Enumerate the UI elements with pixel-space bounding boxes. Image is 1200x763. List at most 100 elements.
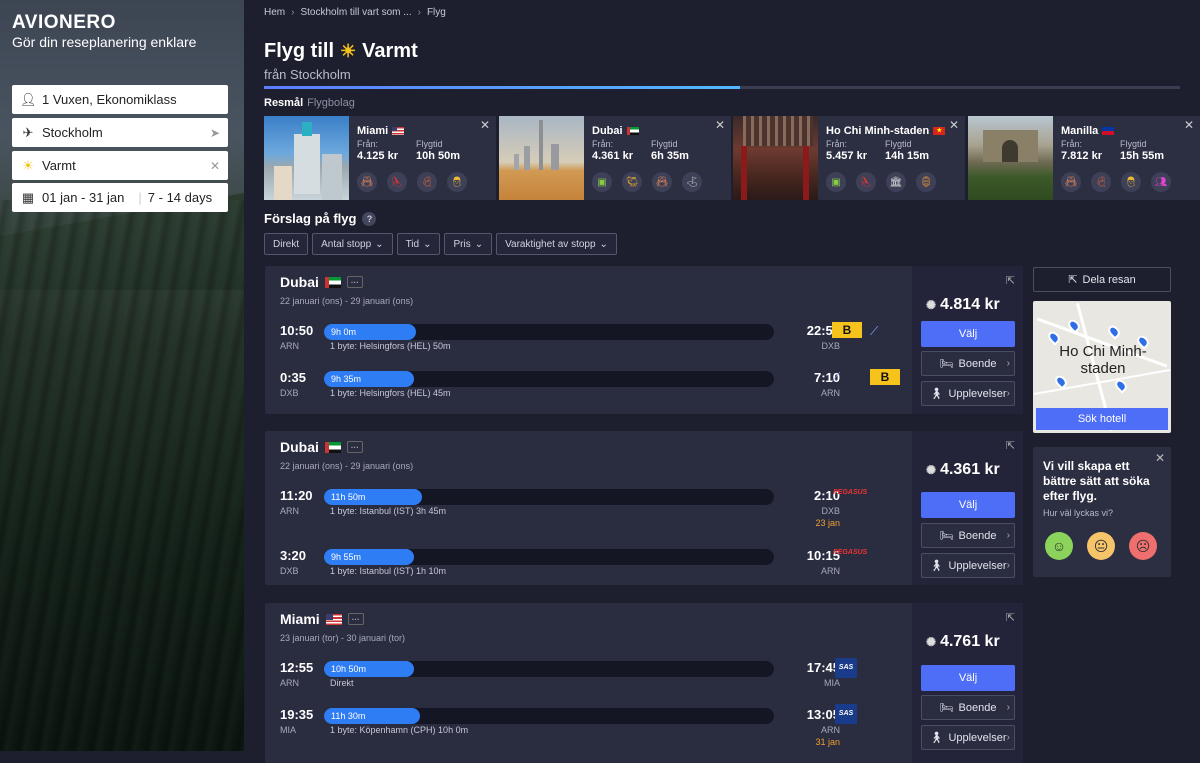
stop-info: 1 byte: Köpenhamn (CPH) 10h 0m xyxy=(330,725,469,735)
map-pin-icon[interactable] xyxy=(1105,323,1123,340)
chevron-down-icon: ⌄ xyxy=(599,238,608,250)
more-options-button[interactable]: ··· xyxy=(346,441,363,453)
duration-bar: 11h 50m xyxy=(324,489,422,505)
hotel-map[interactable]: Ho Chi Minh-staden Sök hotell xyxy=(1033,301,1171,433)
from-price: 5.457 kr xyxy=(826,150,867,162)
filter-price[interactable]: Pris ⌄ xyxy=(444,233,493,255)
duration-bar: 9h 0m xyxy=(324,324,416,340)
from-price: 7.812 kr xyxy=(1061,150,1102,162)
arrival-airport: MIA xyxy=(823,678,840,688)
arrival-airport: ARN xyxy=(820,566,840,576)
flight-time-label: Flygtid xyxy=(1120,139,1147,149)
accommodation-button[interactable]: 🛏︎ Boende › xyxy=(921,695,1015,720)
beach-icon: ▣ xyxy=(826,172,846,192)
close-icon[interactable]: ✕ xyxy=(715,118,725,132)
duration-track: 9h 0m xyxy=(324,324,774,340)
card-dates: 22 januari (ons) - 29 januari (ons) xyxy=(280,296,414,306)
departure-time: 10:50 xyxy=(280,323,314,338)
select-button[interactable]: Välj xyxy=(921,665,1015,691)
external-link-icon[interactable]: ⇱ xyxy=(1006,439,1015,452)
destination-image xyxy=(968,116,1053,200)
share-icon: ⇱ xyxy=(1068,274,1078,286)
external-link-icon[interactable]: ⇱ xyxy=(1006,274,1015,287)
card-dates: 22 januari (ons) - 29 januari (ons) xyxy=(280,461,414,471)
chef-icon: 👨︎ xyxy=(447,172,467,192)
return-leg: 3:20 DXB 9h 55m 1 byte: Istanbul (IST) 1… xyxy=(280,548,840,580)
filter-direct[interactable]: Direkt xyxy=(264,233,309,255)
flight-card[interactable]: Dubai ··· 22 januari (ons) - 29 januari (… xyxy=(265,266,1023,414)
external-link-icon[interactable]: ⇱ xyxy=(1006,611,1015,624)
stop-info: Direkt xyxy=(330,678,354,688)
close-icon[interactable]: ✕ xyxy=(480,118,490,132)
destination-field[interactable]: ☀ Varmt ✕ xyxy=(12,151,228,180)
destination-card-ho-chi-minh[interactable]: Ho Chi Minh-staden ★ ✕ Från: 5.457 kr Fly… xyxy=(733,116,965,200)
select-button[interactable]: Välj xyxy=(921,492,1015,518)
destination-name: Dubai xyxy=(592,125,639,137)
happy-face-icon[interactable]: ☺ xyxy=(1045,532,1073,560)
day-change: 31 jan xyxy=(815,737,840,747)
flight-card[interactable]: Miami ··· 23 januari (tor) - 30 januari (… xyxy=(265,603,1023,763)
close-icon[interactable]: ✕ xyxy=(1184,118,1194,132)
filter-stop-duration[interactable]: Varaktighet av stopp ⌄ xyxy=(496,233,617,255)
tab-destinations[interactable]: Resmål xyxy=(264,97,303,109)
departure-airport: DXB xyxy=(280,388,299,398)
accommodation-button[interactable]: 🛏︎ Boende › xyxy=(921,523,1015,548)
share-trip-button[interactable]: ⇱ Dela resan xyxy=(1033,267,1171,292)
origin-field[interactable]: ✈ Stockholm ➤ xyxy=(12,118,228,147)
logo[interactable]: AVIONERO xyxy=(12,12,116,34)
chevron-down-icon: ⌄ xyxy=(474,238,484,250)
angry-face-icon[interactable]: ☹ xyxy=(1129,532,1157,560)
departure-time: 0:35 xyxy=(280,370,307,385)
experiences-button[interactable]: 🚶︎ Upplevelser › xyxy=(921,725,1015,750)
destination-card-manilla[interactable]: Manilla ✕ Från: 7.812 kr Flygtid 15h 55m… xyxy=(968,116,1200,200)
duration-track: 11h 50m xyxy=(324,489,774,505)
suggestions-heading: Förslag på flyg ? xyxy=(264,211,377,226)
breadcrumb-search[interactable]: Stockholm till vart som ... xyxy=(300,7,411,18)
help-icon[interactable]: ? xyxy=(362,211,377,226)
airline-logo: B xyxy=(832,322,862,338)
departure-airport: ARN xyxy=(280,506,300,516)
background-forest xyxy=(0,200,244,751)
from-label: Från: xyxy=(357,139,379,149)
filter-stops[interactable]: Antal stopp ⌄ xyxy=(312,233,393,255)
loading-spinner-icon: ✺ xyxy=(926,298,937,312)
airline-logo: ⟋ xyxy=(870,324,879,338)
departure-airport: MIA xyxy=(280,725,297,735)
passenger-field[interactable]: 👤︎ 1 Vuxen, Ekonomiklass xyxy=(12,85,228,114)
from-label: Från: xyxy=(1061,139,1083,149)
camel-icon: 🐫︎ xyxy=(622,172,642,192)
outbound-leg: 12:55 ARN 10h 50m Direkt 17:45 MIA xyxy=(280,660,840,692)
person-icon: 👤︎ xyxy=(20,91,37,107)
more-options-button[interactable]: ··· xyxy=(346,276,363,288)
search-hotels-button[interactable]: Sök hotell xyxy=(1036,408,1168,430)
uae-flag-icon xyxy=(324,276,341,288)
breadcrumb-home[interactable]: Hem xyxy=(264,7,285,18)
more-options-button[interactable]: ··· xyxy=(347,613,364,625)
duration-track: 10h 50m xyxy=(324,661,774,677)
arrival-airport: ARN xyxy=(820,725,840,735)
flight-card[interactable]: Dubai ··· 22 januari (ons) - 29 januari (… xyxy=(265,431,1023,585)
date-field[interactable]: ▦ 01 jan - 31 jan | 7 - 14 days xyxy=(12,183,228,212)
accommodation-button[interactable]: 🛏︎ Boende › xyxy=(921,351,1015,376)
tab-airlines[interactable]: Flygbolag xyxy=(307,97,355,109)
experiences-button[interactable]: 🚶︎ Upplevelser › xyxy=(921,553,1015,578)
neutral-face-icon[interactable]: 😐︎ xyxy=(1087,532,1115,560)
passenger-value: 1 Vuxen, Ekonomiklass xyxy=(42,92,177,107)
us-flag-icon xyxy=(325,613,342,625)
location-arrow-icon[interactable]: ➤ xyxy=(210,126,220,140)
destination-card-miami[interactable]: Miami ✕ Från: 4.125 kr Flygtid 10h 50m 🦀… xyxy=(264,116,496,200)
departure-airport: ARN xyxy=(280,678,300,688)
from-price: 4.125 kr xyxy=(357,150,398,162)
sun-icon: ☀ xyxy=(22,157,34,173)
filter-time[interactable]: Tid ⌄ xyxy=(396,233,441,255)
clear-icon[interactable]: ✕ xyxy=(210,159,220,173)
destination-card-dubai[interactable]: Dubai ✕ Från: 4.361 kr Flygtid 6h 35m ▣ … xyxy=(499,116,731,200)
select-button[interactable]: Välj xyxy=(921,321,1015,347)
close-icon[interactable]: ✕ xyxy=(949,118,959,132)
airline-logo: PEGASUS xyxy=(833,489,868,496)
us-flag-icon xyxy=(392,127,405,136)
from-price: 4.361 kr xyxy=(592,150,633,162)
stop-info: 1 byte: Istanbul (IST) 1h 10m xyxy=(330,566,447,576)
experiences-button[interactable]: 🚶︎ Upplevelser › xyxy=(921,381,1015,406)
price: ✺ 4.361 kr xyxy=(926,461,1000,478)
